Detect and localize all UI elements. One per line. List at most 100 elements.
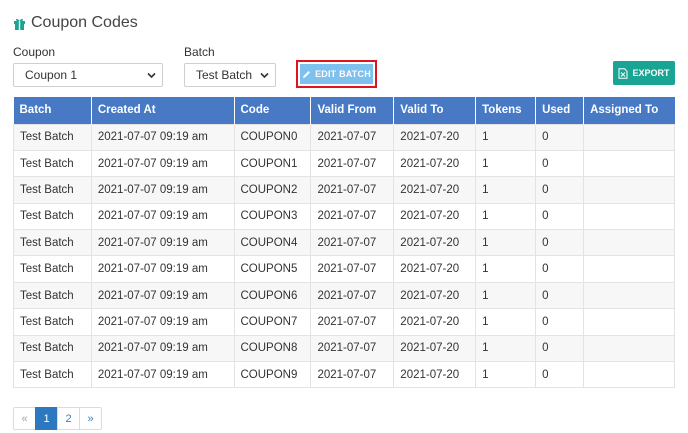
cell-assigned-to	[583, 255, 675, 283]
column-header-assigned-to[interactable]: Assigned To	[583, 97, 675, 124]
cell-tokens: 1	[475, 308, 537, 336]
cell-code: COUPON6	[233, 281, 312, 310]
column-header-used[interactable]: Used	[535, 97, 585, 124]
table-header-row: Batch Created At Code Valid From Valid T…	[13, 97, 675, 124]
pencil-icon	[303, 70, 311, 78]
cell-valid-from: 2021-07-07	[310, 281, 395, 310]
cell-batch: Test Batch	[13, 202, 92, 231]
coupon-select[interactable]: Coupon 1	[13, 63, 163, 87]
batch-select-value: Test Batch	[196, 68, 253, 82]
batch-label: Batch	[184, 45, 215, 59]
cell-used: 0	[535, 149, 585, 178]
cell-created-at: 2021-07-07 09:19 am	[90, 123, 235, 151]
table-row[interactable]: Test Batch 2021-07-07 09:19 am COUPON3 2021…	[13, 202, 675, 231]
column-header-batch[interactable]: Batch	[13, 97, 92, 124]
cell-created-at: 2021-07-07 09:19 am	[90, 176, 235, 204]
cell-tokens: 1	[475, 229, 537, 257]
pagination-prev[interactable]: «	[13, 407, 36, 430]
cell-assigned-to	[583, 308, 675, 336]
pagination: « 1 2 »	[13, 407, 102, 430]
cell-assigned-to	[583, 361, 675, 389]
table-row[interactable]: Test Batch 2021-07-07 09:19 am COUPON5 2021…	[13, 255, 675, 283]
column-header-valid-to[interactable]: Valid To	[393, 97, 477, 124]
cell-created-at: 2021-07-07 09:19 am	[90, 334, 235, 363]
file-export-icon	[618, 67, 628, 79]
cell-assigned-to	[583, 281, 675, 310]
table-row[interactable]: Test Batch 2021-07-07 09:19 am COUPON6 2021…	[13, 281, 675, 310]
cell-tokens: 1	[475, 202, 537, 231]
cell-tokens: 1	[475, 281, 537, 310]
table-row[interactable]: Test Batch 2021-07-07 09:19 am COUPON8 2021…	[13, 334, 675, 363]
page-title: Coupon Codes	[13, 14, 138, 32]
cell-created-at: 2021-07-07 09:19 am	[90, 229, 235, 257]
cell-valid-to: 2021-07-20	[393, 202, 477, 231]
table-body: Test Batch 2021-07-07 09:19 am COUPON0 2021…	[13, 123, 675, 389]
cell-batch: Test Batch	[13, 308, 92, 336]
cell-valid-from: 2021-07-07	[310, 123, 395, 151]
cell-batch: Test Batch	[13, 281, 92, 310]
cell-created-at: 2021-07-07 09:19 am	[90, 361, 235, 389]
cell-created-at: 2021-07-07 09:19 am	[90, 149, 235, 178]
column-header-valid-from[interactable]: Valid From	[310, 97, 395, 124]
cell-batch: Test Batch	[13, 123, 92, 151]
cell-created-at: 2021-07-07 09:19 am	[90, 281, 235, 310]
cell-batch: Test Batch	[13, 176, 92, 204]
cell-valid-to: 2021-07-20	[393, 123, 477, 151]
cell-tokens: 1	[475, 149, 537, 178]
cell-code: COUPON4	[233, 229, 312, 257]
coupon-select-value: Coupon 1	[25, 68, 78, 82]
cell-code: COUPON8	[233, 334, 312, 363]
table-row[interactable]: Test Batch 2021-07-07 09:19 am COUPON1 2021…	[13, 149, 675, 178]
page-title-text: Coupon Codes	[31, 14, 138, 31]
cell-batch: Test Batch	[13, 149, 92, 178]
pagination-page-2[interactable]: 2	[57, 407, 80, 430]
cell-used: 0	[535, 176, 585, 204]
cell-valid-to: 2021-07-20	[393, 281, 477, 310]
cell-used: 0	[535, 334, 585, 363]
cell-valid-from: 2021-07-07	[310, 361, 395, 389]
cell-valid-to: 2021-07-20	[393, 149, 477, 178]
cell-assigned-to	[583, 176, 675, 204]
cell-valid-to: 2021-07-20	[393, 334, 477, 363]
cell-assigned-to	[583, 334, 675, 363]
pagination-page-1[interactable]: 1	[35, 407, 58, 430]
cell-valid-to: 2021-07-20	[393, 176, 477, 204]
batch-select[interactable]: Test Batch	[184, 63, 276, 87]
cell-batch: Test Batch	[13, 229, 92, 257]
cell-created-at: 2021-07-07 09:19 am	[90, 202, 235, 231]
cell-valid-from: 2021-07-07	[310, 308, 395, 336]
cell-valid-to: 2021-07-20	[393, 308, 477, 336]
export-label: EXPORT	[632, 68, 670, 78]
column-header-code[interactable]: Code	[234, 97, 312, 124]
cell-code: COUPON5	[233, 255, 312, 283]
table-row[interactable]: Test Batch 2021-07-07 09:19 am COUPON2 2021…	[13, 176, 675, 204]
table-row[interactable]: Test Batch 2021-07-07 09:19 am COUPON4 2021…	[13, 229, 675, 257]
cell-valid-from: 2021-07-07	[310, 229, 395, 257]
column-header-created-at[interactable]: Created At	[91, 97, 235, 124]
edit-batch-highlight: EDIT BATCH	[296, 60, 377, 88]
edit-batch-label: EDIT BATCH	[315, 69, 371, 79]
pagination-next[interactable]: »	[79, 407, 102, 430]
table-row[interactable]: Test Batch 2021-07-07 09:19 am COUPON7 2021…	[13, 308, 675, 336]
gift-icon	[13, 17, 26, 30]
cell-code: COUPON1	[233, 149, 312, 178]
cell-assigned-to	[583, 123, 675, 151]
cell-used: 0	[535, 123, 585, 151]
cell-valid-from: 2021-07-07	[310, 202, 395, 231]
column-header-tokens[interactable]: Tokens	[475, 97, 537, 124]
cell-used: 0	[535, 229, 585, 257]
edit-batch-button[interactable]: EDIT BATCH	[300, 64, 373, 84]
table-row[interactable]: Test Batch 2021-07-07 09:19 am COUPON9 2021…	[13, 361, 675, 389]
cell-batch: Test Batch	[13, 334, 92, 363]
cell-code: COUPON2	[233, 176, 312, 204]
table-row[interactable]: Test Batch 2021-07-07 09:19 am COUPON0 2021…	[13, 123, 675, 151]
cell-valid-from: 2021-07-07	[310, 176, 395, 204]
cell-assigned-to	[583, 229, 675, 257]
cell-batch: Test Batch	[13, 255, 92, 283]
export-button[interactable]: EXPORT	[613, 61, 675, 85]
cell-valid-from: 2021-07-07	[310, 334, 395, 363]
cell-created-at: 2021-07-07 09:19 am	[90, 255, 235, 283]
coupon-table: Batch Created At Code Valid From Valid T…	[13, 97, 675, 389]
cell-tokens: 1	[475, 361, 537, 389]
cell-tokens: 1	[475, 176, 537, 204]
